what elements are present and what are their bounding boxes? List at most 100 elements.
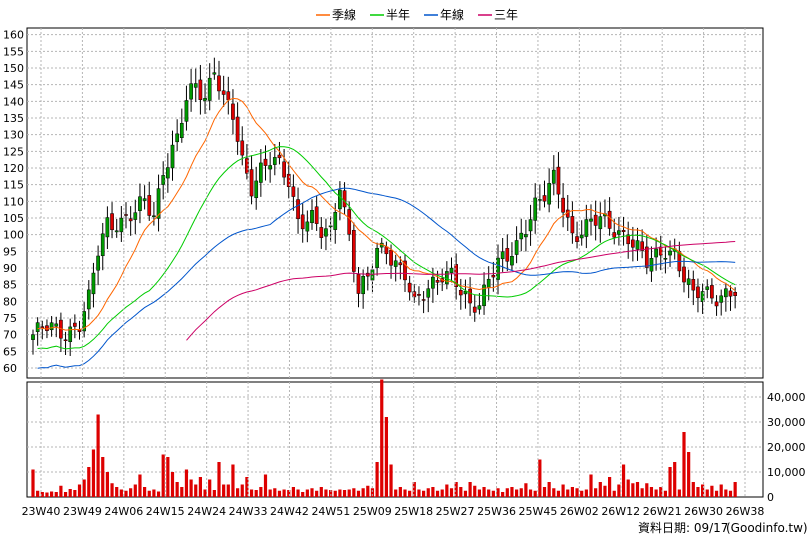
- candle-body: [500, 251, 505, 260]
- candle-body: [631, 239, 635, 248]
- candle-body: [259, 162, 263, 183]
- volume-bar: [696, 487, 700, 497]
- price-tick-label: 105: [3, 212, 24, 225]
- volume-bar: [249, 489, 254, 497]
- x-tick-label: 23W40: [22, 505, 61, 518]
- volume-bar: [315, 490, 319, 497]
- candle-body: [193, 83, 198, 88]
- volume-bar: [608, 477, 612, 497]
- volume-bar: [110, 483, 114, 497]
- price-tick-label: 125: [3, 145, 24, 158]
- candle-body: [324, 228, 328, 237]
- candle-body: [579, 234, 584, 239]
- candle-body: [426, 288, 431, 298]
- candle-body: [575, 236, 579, 242]
- candle-body: [412, 291, 417, 298]
- volume-bar: [170, 472, 175, 497]
- price-tick-label: 130: [3, 129, 24, 142]
- candle-body: [100, 233, 105, 257]
- volume-bar: [82, 479, 86, 497]
- candle-body: [389, 249, 393, 266]
- price-tick-label: 140: [3, 95, 24, 108]
- volume-bar: [682, 432, 686, 497]
- volume-bar: [468, 482, 472, 497]
- candle-body: [240, 140, 245, 156]
- price-tick-label: 85: [3, 279, 17, 292]
- volume-bar: [505, 488, 509, 497]
- x-tick-label: 25W27: [436, 505, 475, 518]
- candle-body: [91, 272, 96, 295]
- volume-bar: [59, 485, 63, 497]
- volume-bar: [63, 492, 68, 497]
- price-tick-label: 150: [3, 62, 24, 75]
- candle-body: [528, 219, 533, 232]
- volume-bar: [412, 482, 416, 497]
- volume-bar: [124, 490, 128, 497]
- volume-bar: [663, 490, 667, 497]
- volume-bar: [375, 462, 379, 497]
- volume-bar: [394, 489, 398, 497]
- x-tick-label: 23W49: [63, 505, 102, 518]
- volume-bar: [649, 487, 654, 497]
- candle-body: [291, 186, 296, 197]
- stock-chart: 季線 半年 年線 三年 60 65 70 75 80 85 90 95 100 105 110 115 120…: [3, 7, 808, 535]
- volume-bar: [612, 490, 616, 497]
- candle-body: [249, 169, 254, 197]
- volume-bar: [547, 482, 551, 497]
- candle-body: [710, 285, 714, 299]
- x-tick-label: 26W02: [560, 505, 599, 518]
- candle-body: [589, 218, 593, 222]
- candle-body: [179, 123, 184, 138]
- candle-body: [654, 248, 658, 258]
- volume-bar: [710, 485, 714, 497]
- volume-bar: [361, 488, 365, 497]
- volume-bar: [45, 492, 49, 497]
- legend-label: 季線: [332, 7, 356, 22]
- volume-bar: [198, 477, 202, 497]
- price-tick-label: 70: [3, 329, 17, 342]
- candle-body: [375, 247, 379, 268]
- candle-body: [338, 189, 342, 210]
- candle-body: [138, 196, 142, 211]
- legend-label: 半年: [386, 8, 410, 22]
- volume-bar: [380, 379, 384, 497]
- volume-bar: [533, 490, 537, 497]
- volume-bar: [566, 489, 570, 497]
- volume-bar: [691, 482, 695, 497]
- candle-body: [407, 282, 412, 293]
- volume-bar: [431, 487, 435, 497]
- volume-tick-label: 10,000: [767, 466, 806, 479]
- x-tick-label: 25W09: [353, 505, 392, 518]
- candle-body: [347, 209, 352, 235]
- candle-body: [161, 175, 166, 185]
- candle-body: [86, 289, 91, 310]
- candle-body: [128, 218, 133, 222]
- candle-body: [54, 323, 59, 327]
- candle-body: [635, 240, 640, 250]
- volume-bar: [254, 490, 258, 497]
- volume-bar: [282, 489, 286, 497]
- candle-body: [519, 232, 524, 240]
- volume-bar: [552, 488, 556, 497]
- x-tick-label: 26W30: [684, 505, 723, 518]
- legend-label: 年線: [440, 7, 464, 22]
- candle-body: [198, 79, 203, 100]
- volume-bar: [138, 474, 142, 497]
- volume-bar: [175, 482, 179, 497]
- volume-bar: [426, 488, 430, 497]
- candle-body: [114, 230, 119, 233]
- price-tick-label: 120: [3, 162, 24, 175]
- candle-body: [663, 258, 668, 260]
- footer: 資料日期: 09/17 (Goodinfo.tw): [638, 521, 808, 535]
- volume-bar: [212, 490, 216, 497]
- x-tick-label: 24W42: [270, 505, 309, 518]
- volume-bar: [524, 483, 528, 497]
- candle-body: [77, 329, 82, 332]
- candle-body: [421, 299, 426, 301]
- candle-body: [170, 144, 175, 169]
- candle-body: [319, 227, 324, 238]
- volume-bar: [73, 490, 77, 497]
- candle-body: [491, 274, 496, 278]
- volume-bar: [477, 489, 481, 497]
- candle-body: [310, 210, 314, 224]
